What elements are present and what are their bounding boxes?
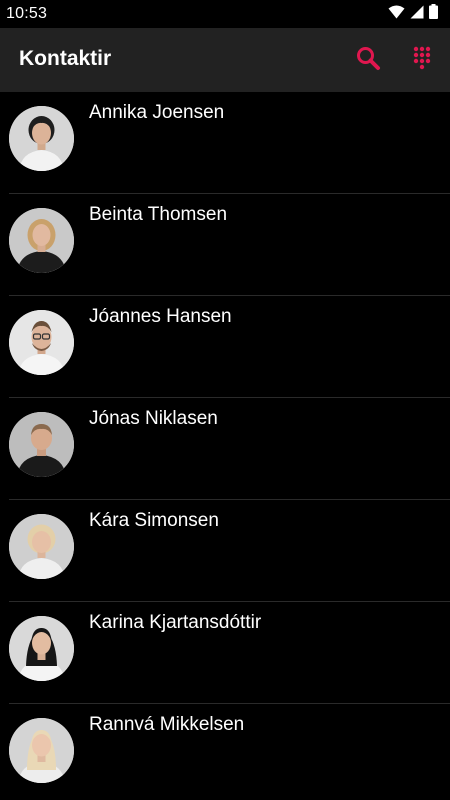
contact-name: Jóannes Hansen bbox=[89, 306, 232, 327]
contact-avatar bbox=[9, 208, 74, 273]
contact-name: Jónas Niklasen bbox=[89, 408, 218, 429]
contact-name: Kára Simonsen bbox=[89, 510, 219, 531]
signal-icon bbox=[410, 5, 424, 24]
contact-name: Karina Kjartansdóttir bbox=[89, 612, 262, 633]
dialpad-icon bbox=[413, 46, 431, 75]
contact-row[interactable]: Jónas Niklasen bbox=[0, 398, 450, 500]
contact-list: Annika Joensen Beinta Thomsen Jóannes Ha… bbox=[0, 92, 450, 800]
contact-avatar bbox=[9, 514, 74, 579]
contact-row[interactable]: Jóannes Hansen bbox=[0, 296, 450, 398]
battery-icon bbox=[429, 4, 438, 24]
search-icon bbox=[355, 45, 381, 76]
contact-avatar bbox=[9, 412, 74, 477]
contact-avatar bbox=[9, 616, 74, 681]
contact-avatar bbox=[9, 106, 74, 171]
contacts-screen: 10:53 Kontaktir Annika Joensen Beinta Th… bbox=[0, 0, 450, 800]
contact-name: Rannvá Mikkelsen bbox=[89, 714, 245, 735]
contact-row[interactable]: Karina Kjartansdóttir bbox=[0, 602, 450, 704]
dialpad-button[interactable] bbox=[406, 44, 438, 76]
search-button[interactable] bbox=[352, 44, 384, 76]
contact-row[interactable]: Beinta Thomsen bbox=[0, 194, 450, 296]
status-bar: 10:53 bbox=[0, 0, 450, 28]
contact-name: Annika Joensen bbox=[89, 102, 225, 123]
contact-avatar bbox=[9, 718, 74, 783]
contact-row[interactable]: Annika Joensen bbox=[0, 92, 450, 194]
status-icons bbox=[388, 4, 438, 24]
contact-name: Beinta Thomsen bbox=[89, 204, 228, 225]
contact-row[interactable]: Kára Simonsen bbox=[0, 500, 450, 602]
contact-row[interactable]: Rannvá Mikkelsen bbox=[0, 704, 450, 800]
status-time: 10:53 bbox=[6, 5, 48, 22]
app-bar: Kontaktir bbox=[0, 28, 450, 92]
contact-avatar bbox=[9, 310, 74, 375]
wifi-icon bbox=[388, 5, 405, 24]
app-title: Kontaktir bbox=[19, 47, 112, 70]
